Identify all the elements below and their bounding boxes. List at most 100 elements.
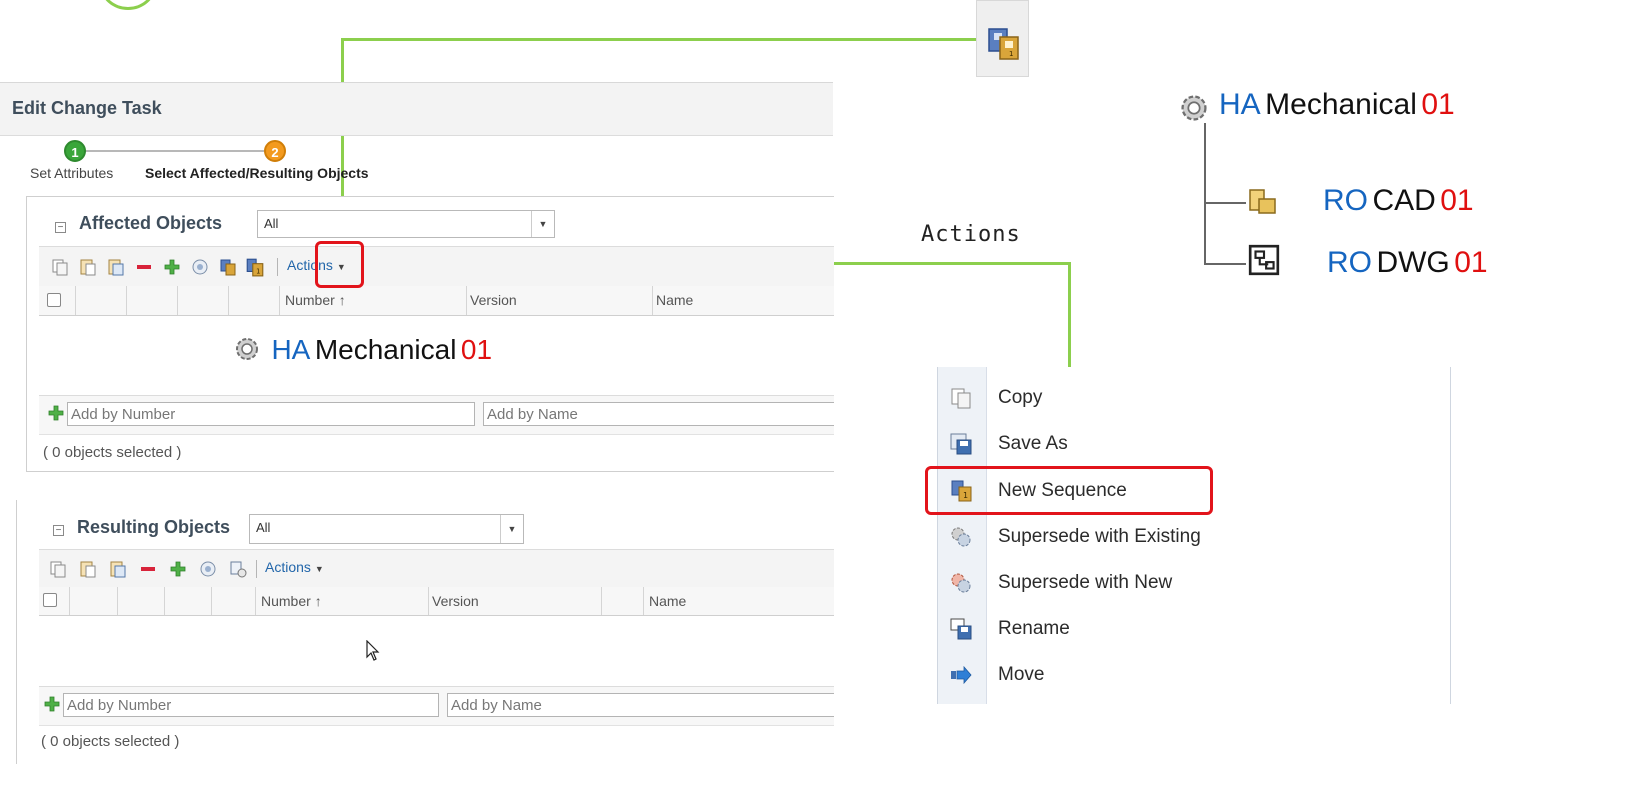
- add-by-number-input[interactable]: Add by Number: [63, 693, 439, 717]
- filter-select[interactable]: All ▼: [257, 210, 555, 238]
- tree-child-item[interactable]: RO CAD 01: [1323, 184, 1474, 218]
- column-header-number[interactable]: Number ↑: [285, 292, 346, 308]
- supersede-existing-icon: [951, 527, 971, 547]
- column-separator: [75, 286, 76, 315]
- column-separator: [428, 587, 429, 615]
- column-header-version[interactable]: Version: [432, 593, 479, 609]
- connector-line: [341, 38, 979, 41]
- column-separator: [177, 286, 178, 315]
- menu-item-save-as[interactable]: Save As: [938, 427, 1450, 461]
- add-icon[interactable]: [43, 695, 61, 713]
- move-icon: [951, 665, 972, 685]
- save-as-icon: [950, 433, 972, 455]
- remove-icon[interactable]: [139, 560, 157, 578]
- column-separator: [164, 587, 165, 615]
- chevron-down-icon[interactable]: ▼: [500, 515, 523, 543]
- copy-icon: [951, 388, 971, 409]
- column-header-name[interactable]: Name: [649, 593, 686, 609]
- column-separator: [466, 286, 467, 315]
- chevron-down-icon[interactable]: ▼: [531, 211, 554, 237]
- item-revision: 01: [1440, 184, 1474, 217]
- sort-ascending-icon: ↑: [338, 292, 346, 308]
- column-separator: [211, 587, 212, 615]
- item-revision: 01: [1454, 246, 1488, 279]
- new-object-icon[interactable]: [229, 560, 247, 578]
- item-name: DWG: [1376, 246, 1450, 279]
- tree-connector: [1204, 263, 1246, 265]
- select-all-checkbox[interactable]: [43, 593, 57, 607]
- item-prefix: RO: [1323, 184, 1368, 217]
- wizard-step-2-indicator[interactable]: 2: [264, 140, 286, 162]
- panel-title: Resulting Objects: [77, 517, 231, 537]
- toolbar-divider: [277, 258, 278, 276]
- add-icon[interactable]: [47, 404, 65, 422]
- actions-menu-button[interactable]: Actions ▼: [265, 559, 324, 575]
- add-by-name-input[interactable]: Add by Name: [447, 693, 834, 717]
- svg-text:1: 1: [256, 268, 260, 276]
- wizard-step-1-label[interactable]: Set Attributes: [30, 165, 113, 181]
- column-separator: [126, 286, 127, 315]
- view-icon[interactable]: [191, 258, 209, 276]
- filter-select[interactable]: All ▼: [249, 514, 524, 544]
- collapse-toggle[interactable]: −: [53, 525, 64, 536]
- copy-icon[interactable]: [49, 560, 67, 578]
- affected-table-header: Number ↑ Version Name: [39, 286, 834, 316]
- dialog-title: Edit Change Task: [12, 98, 162, 118]
- menu-item-supersede-new[interactable]: Supersede with New: [938, 566, 1450, 600]
- resulting-objects-panel: − Resulting Objects All ▼ Actions ▼ Numb…: [16, 500, 834, 764]
- sort-ascending-icon: ↑: [314, 593, 322, 609]
- paste-icon[interactable]: [79, 258, 97, 276]
- wizard-step-2-label[interactable]: Select Affected/Resulting Objects: [145, 165, 369, 181]
- revise-icon[interactable]: [219, 258, 237, 276]
- view-icon[interactable]: [199, 560, 217, 578]
- item-revision: 01: [460, 334, 493, 365]
- drawing-icon: [1248, 244, 1280, 276]
- add-icon[interactable]: [169, 560, 187, 578]
- wizard-step-1-indicator[interactable]: 1: [64, 140, 86, 162]
- select-all-checkbox[interactable]: [47, 293, 61, 307]
- chevron-down-icon: ▼: [314, 564, 324, 574]
- tree-connector: [1204, 202, 1246, 204]
- tree-root-item[interactable]: HA Mechanical 01: [1219, 88, 1455, 122]
- tree-child-item[interactable]: RO DWG 01: [1327, 246, 1488, 280]
- gear-icon: [1181, 95, 1207, 121]
- add-icon[interactable]: [163, 258, 181, 276]
- item-name: Mechanical: [1265, 88, 1417, 121]
- menu-item-copy[interactable]: Copy: [938, 381, 1450, 415]
- item-prefix: HA: [1219, 88, 1261, 121]
- selection-status: ( 0 objects selected ): [43, 444, 182, 461]
- item-revision: 01: [1421, 88, 1455, 121]
- column-separator: [279, 286, 280, 315]
- paste-icon[interactable]: [79, 560, 97, 578]
- paste-special-icon[interactable]: [109, 560, 127, 578]
- column-header-name[interactable]: Name: [656, 292, 693, 308]
- remove-icon[interactable]: [135, 258, 153, 276]
- affected-objects-panel: − Affected Objects All ▼ 1 Actions ▼ Num…: [26, 196, 834, 472]
- toolbar-divider: [256, 560, 257, 578]
- column-separator: [228, 286, 229, 315]
- wizard-step-connector: [84, 150, 264, 152]
- gear-icon: [236, 338, 258, 360]
- column-header-number[interactable]: Number ↑: [261, 593, 322, 609]
- item-prefix: HA: [271, 334, 311, 365]
- resulting-table-header: Number ↑ Version Name: [39, 587, 834, 616]
- menu-item-supersede-existing[interactable]: Supersede with Existing: [938, 520, 1450, 554]
- item-prefix: RO: [1327, 246, 1372, 279]
- add-by-number-input[interactable]: Add by Number: [67, 402, 475, 426]
- tree-connector: [1204, 123, 1206, 264]
- filter-value: All: [264, 216, 279, 231]
- mouse-cursor-icon: [366, 640, 380, 661]
- resulting-toolbar: Actions ▼: [39, 549, 834, 589]
- table-row[interactable]: HA Mechanical 01: [233, 334, 492, 366]
- column-header-version[interactable]: Version: [470, 292, 517, 308]
- column-separator: [601, 587, 602, 615]
- paste-special-icon[interactable]: [107, 258, 125, 276]
- copy-icon[interactable]: [51, 258, 69, 276]
- new-sequence-icon[interactable]: 1: [245, 257, 265, 277]
- collapse-toggle[interactable]: −: [55, 222, 66, 233]
- highlight-box: [315, 241, 364, 288]
- menu-item-rename[interactable]: Rename: [938, 612, 1450, 646]
- menu-item-move[interactable]: Move: [938, 658, 1450, 692]
- add-by-name-input[interactable]: Add by Name: [483, 402, 834, 426]
- svg-text:1: 1: [1009, 50, 1013, 58]
